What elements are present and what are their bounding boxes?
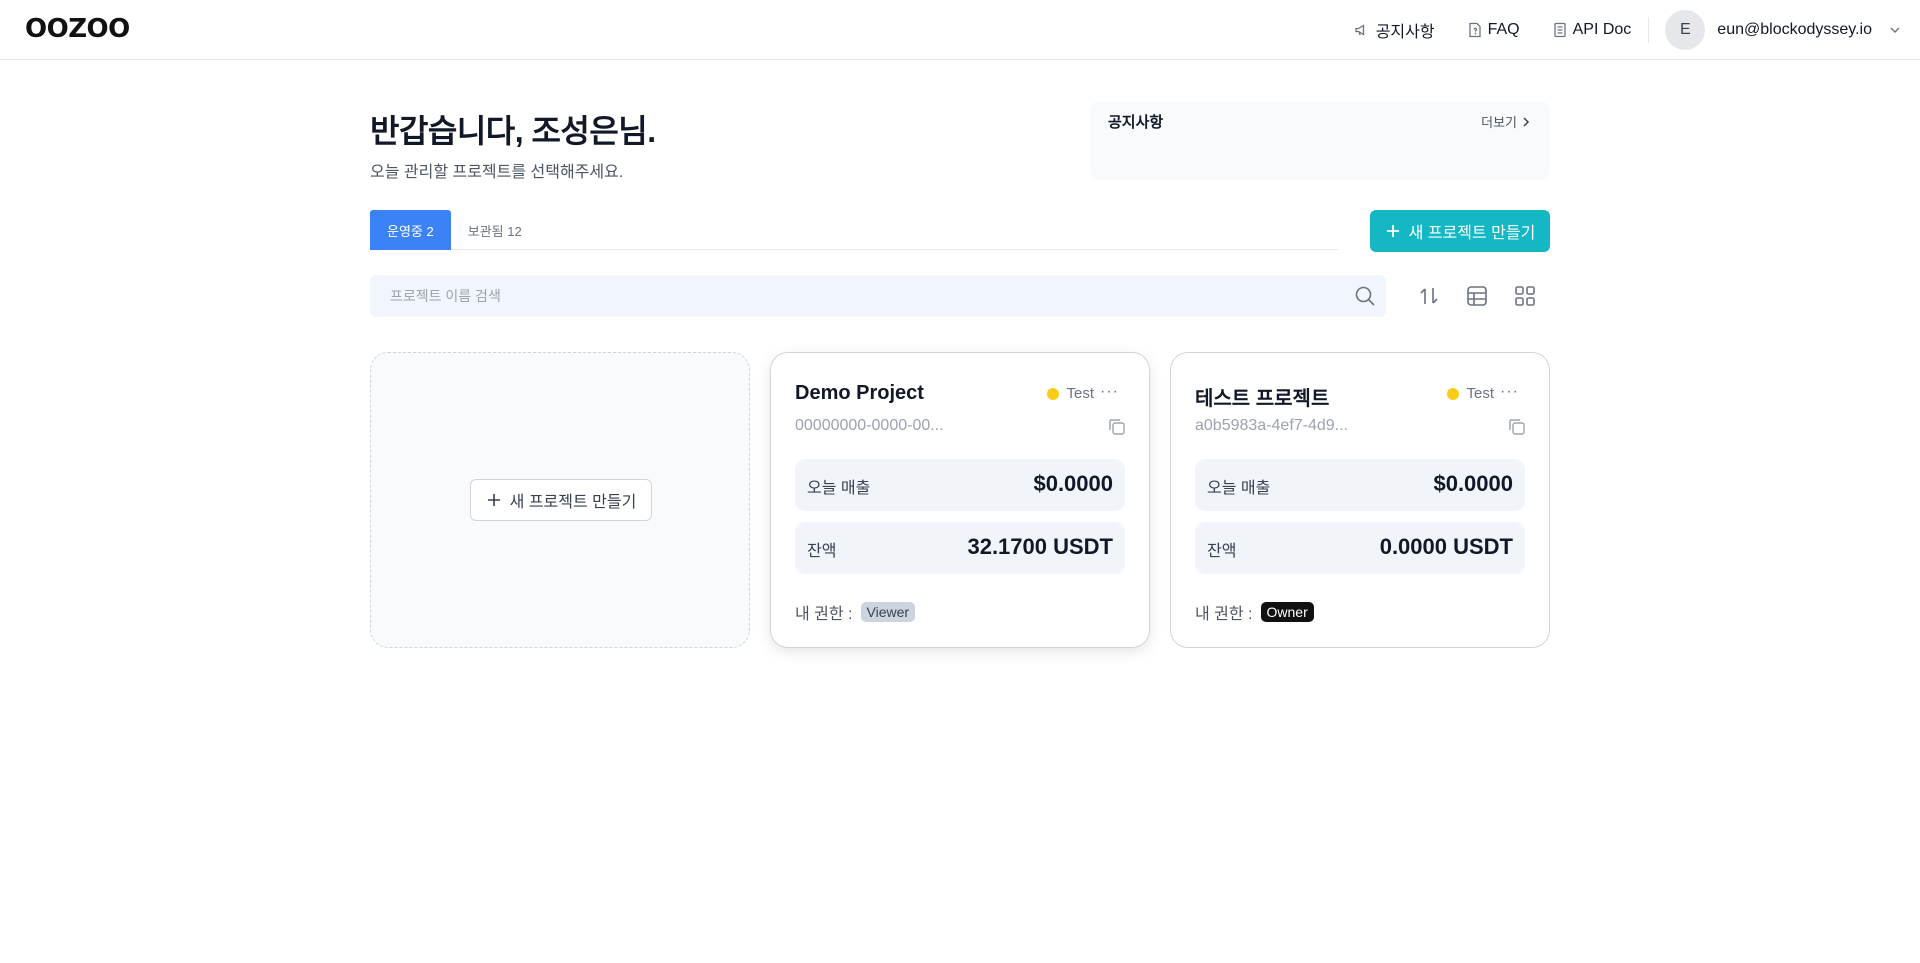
role-row: 내 권한 : Viewer — [795, 600, 916, 624]
new-project-card-label: 새 프로젝트 만들기 — [509, 494, 637, 511]
megaphone-icon — [1355, 24, 1364, 36]
today-sales-box: 오늘 매출 $0.0000 — [1195, 459, 1525, 511]
status-badge: Test — [1447, 385, 1494, 402]
notice-more-link[interactable]: 더보기 — [1481, 112, 1530, 131]
new-project-card[interactable]: 새 프로젝트 만들기 — [370, 352, 750, 648]
status-label: Test — [1066, 385, 1094, 402]
copy-icon[interactable] — [1507, 417, 1527, 437]
oozoo-logo[interactable]: OOZOO — [25, 14, 130, 44]
notice-more-label: 더보기 — [1481, 115, 1517, 130]
status-badge: Test — [1047, 385, 1094, 402]
user-menu[interactable]: E eun@blockodyssey.io — [1665, 10, 1902, 50]
nav-faq[interactable]: FAQ — [1468, 21, 1520, 39]
page-title: 반갑습니다, 조성은님. — [370, 113, 656, 149]
balance-value: 0.0000 USDT — [1379, 534, 1513, 559]
tab-archived-projects[interactable]: 보관됨 12 — [451, 210, 539, 250]
balance-box: 잔액 0.0000 USDT — [1195, 522, 1525, 574]
role-row: 내 권한 : Owner — [1195, 600, 1314, 624]
role-label: 내 권한 : — [795, 606, 853, 623]
help-doc-icon — [1468, 22, 1481, 38]
role-badge: Owner — [1260, 602, 1314, 622]
balance-label: 잔액 — [1207, 543, 1237, 560]
nav-notice[interactable]: 공지사항 — [1354, 18, 1435, 42]
today-sales-label: 오늘 매출 — [1207, 480, 1271, 497]
project-id: a0b5983a-4ef7-4d9... — [1195, 417, 1349, 434]
role-badge: Viewer — [860, 602, 916, 622]
tab-active-projects[interactable]: 운영중 2 — [370, 210, 451, 250]
today-sales-value: $0.0000 — [1033, 471, 1113, 496]
project-name: Demo Project — [795, 382, 924, 404]
document-icon — [1553, 22, 1566, 38]
project-name: 테스트 프로젝트 — [1195, 388, 1330, 410]
status-dot-icon — [1047, 387, 1060, 400]
nav-faq-label: FAQ — [1487, 21, 1520, 38]
balance-label: 잔액 — [807, 543, 837, 560]
today-sales-value: $0.0000 — [1433, 471, 1513, 496]
notice-panel: 공지사항 더보기 — [1090, 101, 1550, 180]
grid-view-icon — [1515, 286, 1535, 306]
today-sales-box: 오늘 매출 $0.0000 — [795, 459, 1125, 511]
chevron-down-icon — [1890, 27, 1900, 33]
project-card[interactable]: 테스트 프로젝트 Test ··· a0b5983a-4ef7-4d9... 오… — [1170, 352, 1550, 648]
nav-api-doc[interactable]: API Doc — [1553, 21, 1632, 39]
nav-notice-label: 공지사항 — [1375, 24, 1435, 41]
search-icon[interactable] — [1354, 285, 1376, 307]
avatar: E — [1665, 10, 1706, 50]
plus-icon — [1386, 225, 1399, 237]
sort-icon — [1420, 288, 1438, 304]
search-input[interactable] — [370, 275, 1330, 317]
table-view-button[interactable] — [1464, 283, 1490, 309]
more-options-icon[interactable]: ··· — [1500, 383, 1519, 401]
project-tabs: 운영중 2 보관됨 12 — [370, 210, 1338, 250]
new-project-button[interactable]: 새 프로젝트 만들기 — [1370, 210, 1550, 252]
new-project-card-button[interactable]: 새 프로젝트 만들기 — [470, 479, 652, 521]
more-options-icon[interactable]: ··· — [1100, 383, 1119, 401]
top-header: OOZOO 공지사항 FAQ API Doc E eun@blockodysse… — [0, 0, 1920, 60]
chevron-right-icon — [1523, 116, 1530, 127]
sort-button[interactable] — [1416, 283, 1442, 309]
project-card[interactable]: Demo Project Test ··· 00000000-0000-00..… — [770, 352, 1150, 648]
balance-box: 잔액 32.1700 USDT — [795, 522, 1125, 574]
nav-api-doc-label: API Doc — [1572, 21, 1632, 38]
status-dot-icon — [1447, 387, 1460, 400]
search-bar — [370, 275, 1386, 317]
balance-value: 32.1700 USDT — [967, 534, 1113, 559]
nav-divider — [1648, 17, 1650, 43]
new-project-button-label: 새 프로젝트 만들기 — [1408, 225, 1536, 242]
project-id: 00000000-0000-00... — [795, 417, 944, 434]
user-email: eun@blockodyssey.io — [1717, 21, 1872, 38]
notice-title: 공지사항 — [1108, 114, 1164, 131]
page-subtitle: 오늘 관리할 프로젝트를 선택해주세요. — [370, 164, 624, 181]
copy-icon[interactable] — [1107, 417, 1127, 437]
table-view-icon — [1467, 286, 1487, 306]
plus-icon — [487, 494, 500, 506]
top-nav: 공지사항 FAQ API Doc E eun@blockodyssey.io — [1354, 0, 1902, 60]
role-label: 내 권한 : — [1195, 606, 1253, 623]
today-sales-label: 오늘 매출 — [807, 480, 871, 497]
grid-view-button[interactable] — [1512, 283, 1538, 309]
status-label: Test — [1466, 385, 1494, 402]
